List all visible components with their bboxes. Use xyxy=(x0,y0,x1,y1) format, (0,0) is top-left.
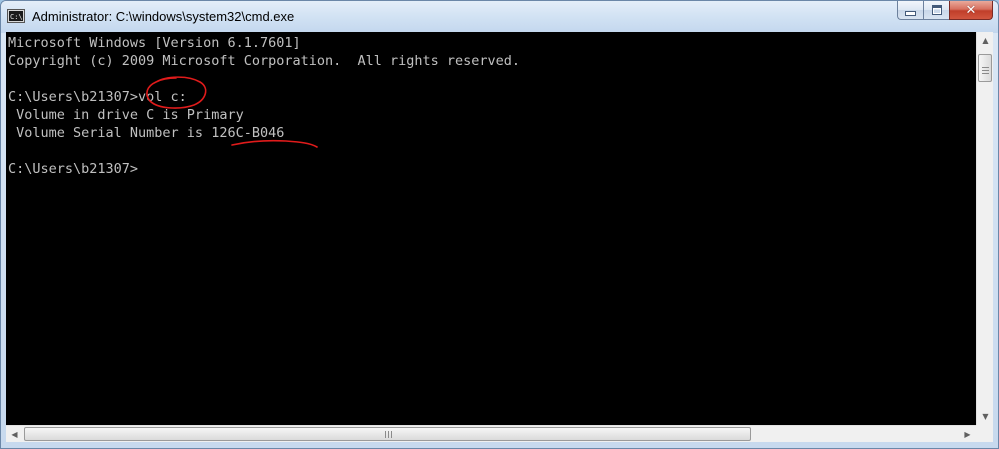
resize-corner[interactable] xyxy=(976,425,993,442)
console-line: Microsoft Windows [Version 6.1.7601] xyxy=(8,35,301,51)
minimize-icon xyxy=(905,10,916,16)
scroll-down-arrow-icon[interactable]: ▼ xyxy=(977,408,994,425)
grip-icon xyxy=(982,67,989,74)
console-line: C:\Users\b21307>vol c: xyxy=(8,89,187,105)
horizontal-scroll-thumb[interactable] xyxy=(24,427,751,441)
command-prompt-icon[interactable]: C:\ xyxy=(8,10,24,22)
title-bar[interactable]: C:\ Administrator: C:\windows\system32\c… xyxy=(1,1,998,33)
caption-buttons: ✕ xyxy=(897,1,993,21)
console-line: Volume in drive C is Primary xyxy=(8,107,244,123)
scroll-right-arrow-icon[interactable]: ▶ xyxy=(959,426,976,443)
vertical-scrollbar[interactable]: ▲ ▼ xyxy=(976,32,993,425)
window-title: Administrator: C:\windows\system32\cmd.e… xyxy=(32,9,295,24)
grip-icon xyxy=(385,431,392,438)
close-icon: ✕ xyxy=(965,2,977,18)
horizontal-scrollbar[interactable]: ◀ ▶ xyxy=(6,425,976,442)
console-line: Copyright (c) 2009 Microsoft Corporation… xyxy=(8,53,521,69)
minimize-button[interactable] xyxy=(897,1,923,20)
console-line: C:\Users\b21307> xyxy=(8,161,139,177)
console-line: Volume Serial Number is 126C-B046 xyxy=(8,125,285,141)
scroll-left-arrow-icon[interactable]: ◀ xyxy=(6,426,23,443)
console-output[interactable]: Microsoft Windows [Version 6.1.7601] Cop… xyxy=(6,32,976,425)
vertical-scroll-thumb[interactable] xyxy=(978,54,992,82)
maximize-button[interactable] xyxy=(923,1,949,20)
scroll-up-arrow-icon[interactable]: ▲ xyxy=(977,32,994,49)
close-button[interactable]: ✕ xyxy=(949,1,993,20)
maximize-icon xyxy=(931,5,942,15)
